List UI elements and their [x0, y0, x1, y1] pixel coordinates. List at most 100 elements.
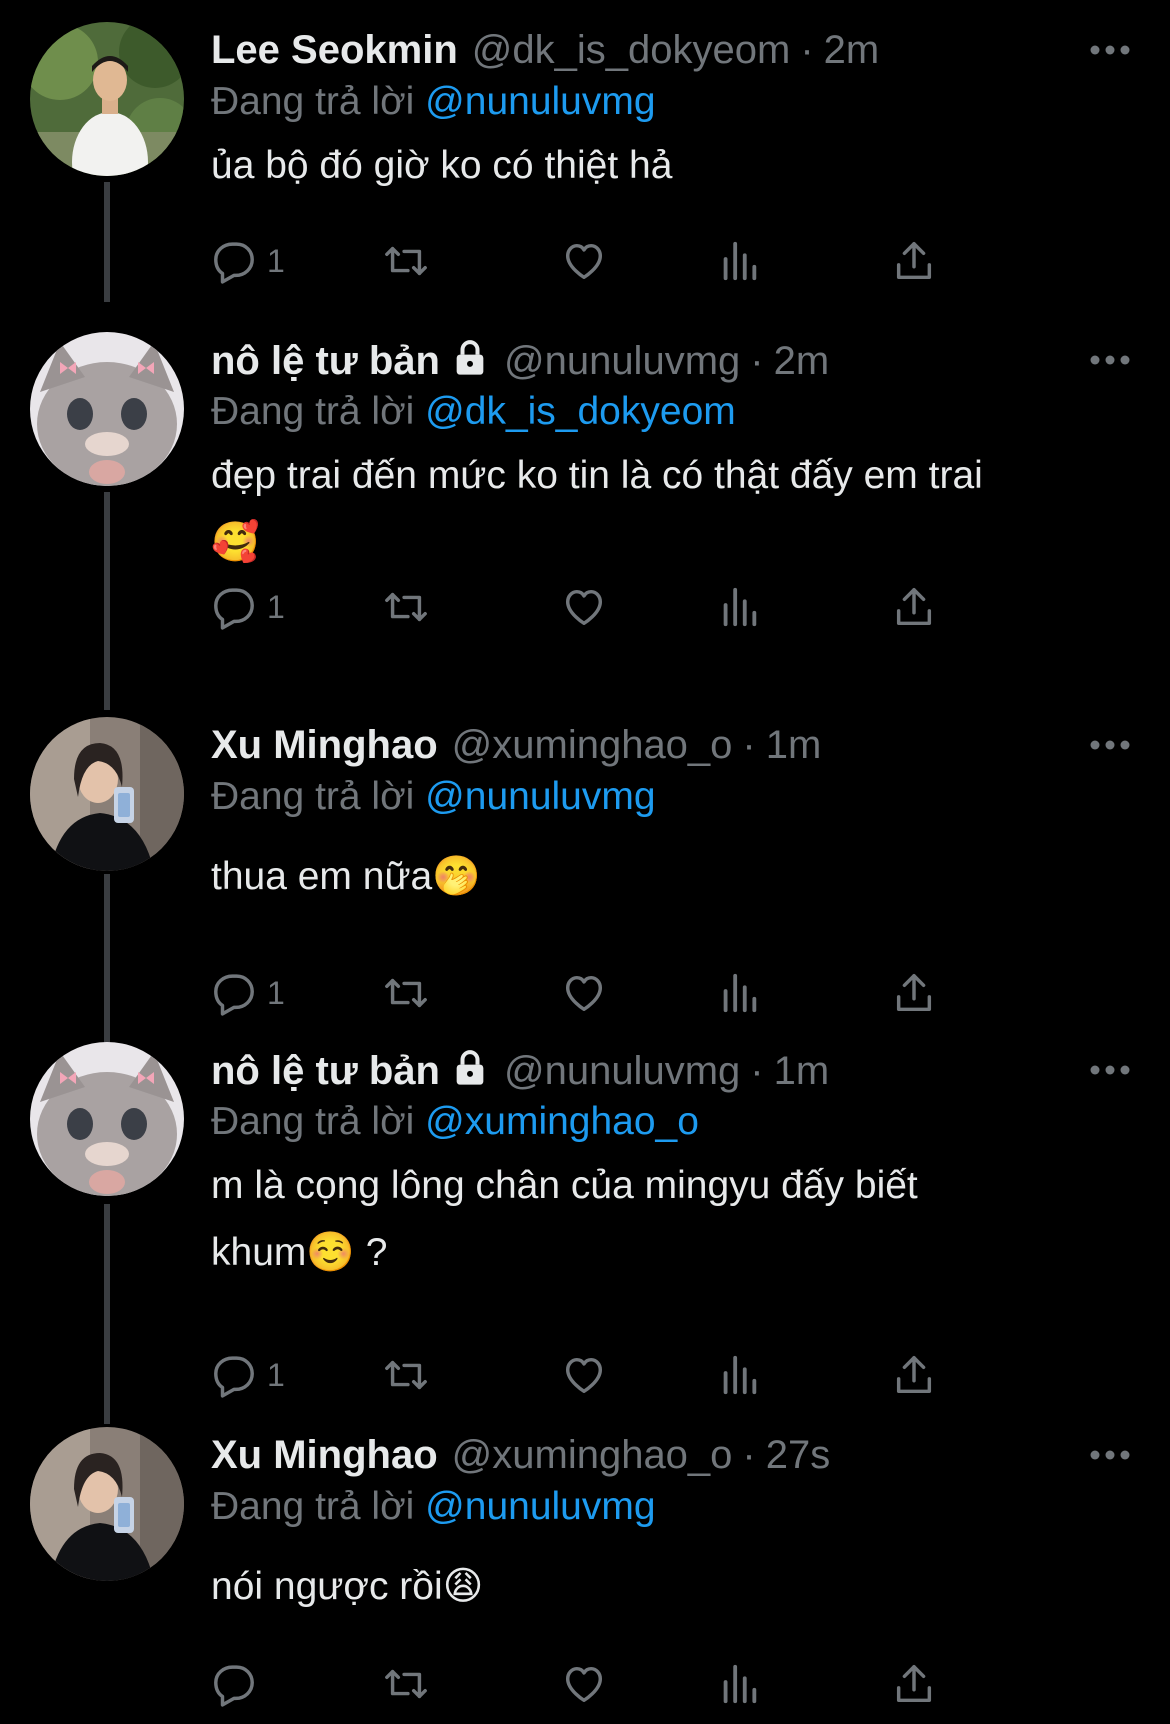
retweet-button[interactable] [383, 236, 429, 286]
more-options-icon[interactable] [1090, 44, 1130, 56]
separator-dot: · [800, 28, 814, 72]
reply-count: 1 [267, 1356, 285, 1393]
like-button[interactable] [561, 1350, 607, 1400]
views-button[interactable] [716, 1350, 762, 1400]
avatar[interactable] [30, 332, 184, 486]
tweet-actions [211, 1659, 1031, 1709]
share-button[interactable] [891, 1659, 937, 1709]
user-handle[interactable]: @dk_is_dokyeom [472, 24, 791, 76]
heart-icon [565, 1666, 603, 1703]
replying-to: Đang trả lời @dk_is_dokyeom [211, 386, 1130, 438]
tweet-content: nô lệ tư bản @nunuluvmg · 1m Đang trả lờ… [211, 1044, 1130, 1286]
tweet-actions: 1 [211, 968, 1031, 1018]
reply-button[interactable] [211, 1659, 267, 1709]
reply-icon [214, 1665, 254, 1707]
reply-button[interactable]: 1 [211, 968, 285, 1018]
retweet-icon [385, 1360, 427, 1390]
views-button[interactable] [716, 968, 762, 1018]
reply-icon [214, 974, 254, 1016]
views-chart-icon [723, 241, 757, 281]
replying-to: Đang trả lời @xuminghao_o [211, 1096, 1130, 1148]
avatar[interactable] [30, 717, 184, 871]
mention-link[interactable]: @nunuluvmg [425, 80, 655, 123]
kitten-avatar [30, 332, 184, 486]
views-chart-icon [723, 973, 757, 1013]
display-name[interactable]: Xu Minghao [211, 1429, 438, 1481]
replying-to-label: Đang trả lời [211, 775, 415, 818]
timestamp[interactable]: 2m [774, 335, 830, 387]
reply-count: 1 [267, 242, 285, 279]
retweet-icon [385, 1669, 427, 1699]
mention-link[interactable]: @nunuluvmg [425, 1485, 655, 1528]
retweet-button[interactable] [383, 582, 429, 632]
like-button[interactable] [561, 968, 607, 1018]
man-outdoors-avatar [30, 22, 184, 176]
retweet-button[interactable] [383, 968, 429, 1018]
display-name[interactable]: Lee Seokmin [211, 24, 458, 76]
replying-to-label: Đang trả lời [211, 1485, 415, 1528]
reply-count: 1 [267, 588, 285, 625]
share-button[interactable] [891, 968, 937, 1018]
display-name[interactable]: nô lệ tư bản [211, 1045, 440, 1097]
tweet[interactable]: Lee Seokmin @dk_is_dokyeom · 2m Đang trả… [0, 0, 1170, 310]
mention-link[interactable]: @dk_is_dokyeom [425, 390, 736, 433]
heart-icon [565, 975, 603, 1012]
share-icon [896, 1356, 932, 1394]
views-button[interactable] [716, 1659, 762, 1709]
like-button[interactable] [561, 1659, 607, 1709]
tweet-header: Lee Seokmin @dk_is_dokyeom · 2m [211, 24, 1130, 76]
avatar[interactable] [30, 1042, 184, 1196]
tweet[interactable]: nô lệ tư bản @nunuluvmg · 2m Đang trả lờ… [0, 310, 1170, 695]
separator-dot: · [750, 339, 764, 383]
retweet-icon [385, 978, 427, 1008]
like-button[interactable] [561, 236, 607, 286]
mention-link[interactable]: @xuminghao_o [425, 1100, 699, 1143]
separator-dot: · [742, 723, 756, 767]
tweet-text: nói ngược rồi😩 [211, 1565, 484, 1608]
retweet-button[interactable] [383, 1350, 429, 1400]
more-options-icon[interactable] [1090, 739, 1130, 751]
share-button[interactable] [891, 582, 937, 632]
mention-link[interactable]: @nunuluvmg [425, 775, 655, 818]
timestamp[interactable]: 1m [774, 1045, 830, 1097]
tweet-header: Xu Minghao @xuminghao_o · 1m [211, 719, 1130, 771]
user-handle[interactable]: @xuminghao_o [452, 1429, 733, 1481]
views-chart-icon [723, 1355, 757, 1395]
lock-icon [456, 340, 484, 375]
reply-button[interactable]: 1 [211, 1350, 285, 1400]
more-options-icon[interactable] [1090, 354, 1130, 366]
user-handle[interactable]: @xuminghao_o [452, 719, 733, 771]
replying-to-label: Đang trả lời [211, 1100, 415, 1143]
retweet-icon [385, 592, 427, 622]
user-handle[interactable]: @nunuluvmg [504, 335, 740, 387]
avatar[interactable] [30, 1427, 184, 1581]
views-button[interactable] [716, 236, 762, 286]
more-options-icon[interactable] [1090, 1449, 1130, 1461]
retweet-icon [385, 246, 427, 276]
tweet[interactable]: Xu Minghao @xuminghao_o · 27s Đang trả l… [0, 1405, 1170, 1724]
tweet[interactable]: Xu Minghao @xuminghao_o · 1m Đang trả lờ… [0, 695, 1170, 1050]
reply-icon [214, 1356, 254, 1398]
user-handle[interactable]: @nunuluvmg [504, 1045, 740, 1097]
tweet-actions: 1 [211, 236, 1031, 286]
retweet-button[interactable] [383, 1659, 429, 1709]
more-options-icon[interactable] [1090, 1064, 1130, 1076]
replying-to: Đang trả lời @nunuluvmg [211, 771, 1130, 823]
timestamp[interactable]: 2m [824, 24, 880, 76]
share-button[interactable] [891, 1350, 937, 1400]
tweet-text: đẹp trai đến mức ko tin là có thật đấy e… [211, 454, 983, 564]
tweet-content: Xu Minghao @xuminghao_o · 1m Đang trả lờ… [211, 719, 1130, 910]
like-button[interactable] [561, 582, 607, 632]
tweet[interactable]: nô lệ tư bản @nunuluvmg · 1m Đang trả lờ… [0, 1020, 1170, 1420]
timestamp[interactable]: 1m [766, 719, 822, 771]
heart-icon [565, 589, 603, 626]
avatar[interactable] [30, 22, 184, 176]
display-name[interactable]: Xu Minghao [211, 719, 438, 771]
reply-button[interactable]: 1 [211, 236, 285, 286]
share-button[interactable] [891, 236, 937, 286]
display-name[interactable]: nô lệ tư bản [211, 335, 440, 387]
reply-button[interactable]: 1 [211, 582, 285, 632]
share-icon [896, 242, 932, 280]
timestamp[interactable]: 27s [766, 1429, 831, 1481]
views-button[interactable] [716, 582, 762, 632]
